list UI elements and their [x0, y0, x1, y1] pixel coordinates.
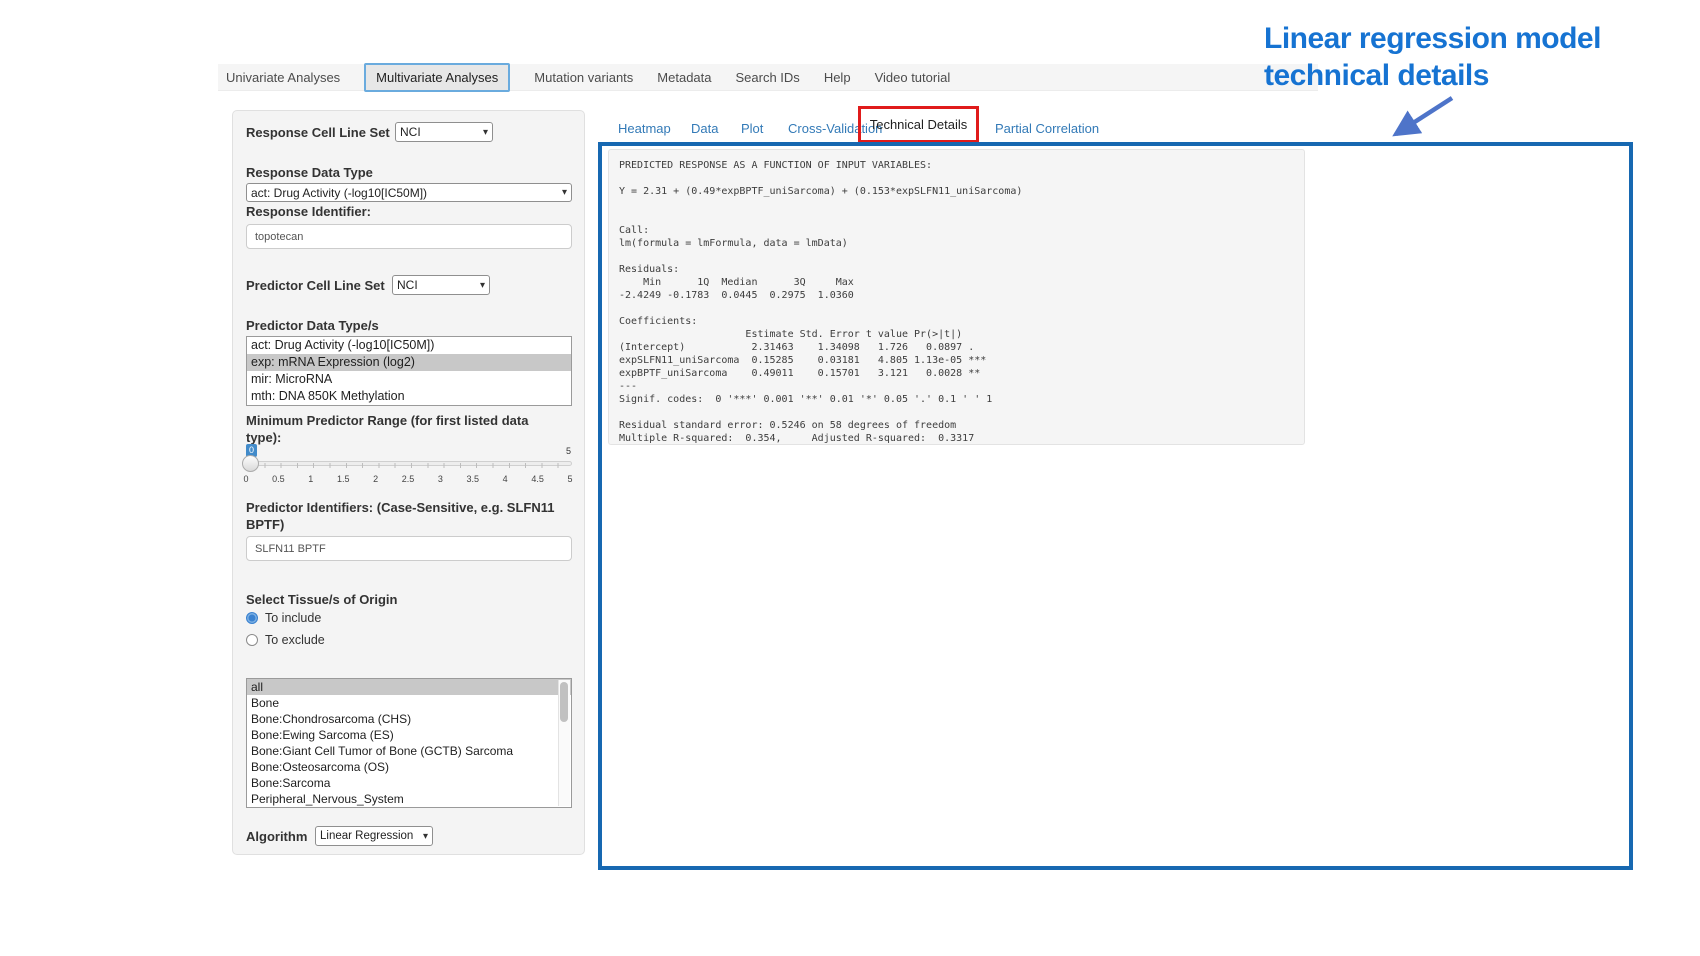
scrollbar-thumb[interactable] [560, 682, 568, 722]
tissue-option[interactable]: Bone:Chondrosarcoma (CHS) [247, 711, 571, 727]
annotation-text: Linear regression model technical detail… [1264, 20, 1601, 94]
tissue-list-scrollbar[interactable] [558, 680, 570, 806]
algorithm-select[interactable]: Linear Regression ▾ [315, 826, 433, 846]
radio-to-include[interactable]: To include [246, 611, 321, 625]
radio-to-exclude[interactable]: To exclude [246, 633, 325, 647]
tissue-option[interactable]: Bone [247, 695, 571, 711]
tissue-option[interactable]: Bone:Sarcoma [247, 775, 571, 791]
tick-label: 3 [436, 474, 444, 484]
nav-help[interactable]: Help [824, 70, 851, 85]
nav-search-ids[interactable]: Search IDs [736, 70, 800, 85]
tab-partial-correlation[interactable]: Partial Correlation [995, 121, 1099, 136]
algorithm-value: Linear Regression [320, 830, 413, 842]
tick-label: 5 [566, 474, 574, 484]
response-cell-line-set-value: NCI [400, 125, 421, 139]
radio-to-include-label: To include [265, 611, 321, 625]
tick-label: 1.5 [337, 474, 350, 484]
predictor-data-type-option[interactable]: act: Drug Activity (-log10[IC50M]) [247, 337, 571, 354]
radio-selected-icon [246, 612, 258, 624]
predictor-data-type-option[interactable]: mth: DNA 850K Methylation [247, 388, 571, 405]
tick-label: 0.5 [272, 474, 285, 484]
predictor-cell-line-set-label: Predictor Cell Line Set [246, 278, 385, 293]
predictor-identifiers-input[interactable] [246, 536, 572, 561]
chevron-down-icon: ▾ [419, 831, 428, 842]
annotation-line1: Linear regression model [1264, 20, 1601, 57]
min-predictor-range-slider-handle[interactable] [242, 455, 259, 472]
tick-label: 1 [307, 474, 315, 484]
predictor-data-type-option[interactable]: mir: MicroRNA [247, 371, 571, 388]
technical-details-highlight-box: Technical Details [858, 106, 979, 143]
annotation-line2: technical details [1264, 57, 1601, 94]
chevron-down-icon: ▾ [476, 280, 485, 291]
tab-plot[interactable]: Plot [741, 121, 763, 136]
chevron-down-icon: ▾ [558, 187, 567, 198]
predictor-data-types-listbox: act: Drug Activity (-log10[IC50M]) exp: … [246, 336, 572, 406]
predictor-cell-line-set-value: NCI [397, 278, 418, 292]
tab-heatmap[interactable]: Heatmap [618, 121, 671, 136]
regression-model-output: PREDICTED RESPONSE AS A FUNCTION OF INPU… [608, 149, 1305, 445]
tick-label: 4 [501, 474, 509, 484]
response-cell-line-set-select[interactable]: NCI ▾ [395, 122, 493, 142]
algorithm-label: Algorithm [246, 829, 307, 844]
tissue-origin-label: Select Tissue/s of Origin [246, 592, 397, 607]
response-data-type-select[interactable]: act: Drug Activity (-log10[IC50M]) ▾ [246, 183, 572, 202]
predictor-identifiers-label-line1: Predictor Identifiers: (Case-Sensitive, … [246, 500, 554, 515]
nav-mutation-variants[interactable]: Mutation variants [534, 70, 633, 85]
nav-video-tutorial[interactable]: Video tutorial [875, 70, 951, 85]
annotation-arrow-icon [1378, 90, 1464, 146]
slider-tick-marks [248, 463, 570, 468]
predictor-data-types-label: Predictor Data Type/s [246, 318, 379, 333]
nav-multivariate-analyses[interactable]: Multivariate Analyses [364, 63, 510, 92]
min-predictor-range-label: Minimum Predictor Range (for first liste… [246, 412, 566, 446]
tab-data[interactable]: Data [691, 121, 718, 136]
tick-label: 3.5 [467, 474, 480, 484]
response-data-type-label: Response Data Type [246, 165, 373, 180]
slider-max-label: 5 [566, 446, 571, 456]
response-identifier-input[interactable] [246, 224, 572, 249]
tick-label: 2 [372, 474, 380, 484]
response-data-type-value: act: Drug Activity (-log10[IC50M]) [251, 186, 427, 200]
technical-details-panel: PREDICTED RESPONSE AS A FUNCTION OF INPU… [598, 142, 1633, 870]
tissue-option[interactable]: Bone:Osteosarcoma (OS) [247, 759, 571, 775]
app-root: Univariate Analyses Multivariate Analyse… [0, 0, 1700, 956]
predictor-data-type-option-selected[interactable]: exp: mRNA Expression (log2) [247, 354, 571, 371]
predictor-identifiers-label-line2: BPTF) [246, 517, 284, 532]
nav-univariate-analyses[interactable]: Univariate Analyses [226, 70, 340, 85]
tissue-option-selected[interactable]: all [247, 679, 571, 695]
tick-label: 4.5 [531, 474, 544, 484]
tissue-origin-listbox: all Bone Bone:Chondrosarcoma (CHS) Bone:… [246, 678, 572, 808]
tissue-option[interactable]: Peripheral_Nervous_System [247, 791, 571, 807]
slider-tick-labels: 0 0.5 1 1.5 2 2.5 3 3.5 4 4.5 5 [242, 474, 574, 484]
tab-technical-details[interactable]: Technical Details [870, 117, 968, 132]
response-identifier-label: Response Identifier: [246, 204, 371, 219]
tissue-option[interactable]: Bone:Ewing Sarcoma (ES) [247, 727, 571, 743]
response-cell-line-set-label: Response Cell Line Set [246, 125, 390, 140]
tick-label: 0 [242, 474, 250, 484]
chevron-down-icon: ▾ [479, 127, 488, 138]
radio-to-exclude-label: To exclude [265, 633, 325, 647]
predictor-cell-line-set-select[interactable]: NCI ▾ [392, 275, 490, 295]
tick-label: 2.5 [402, 474, 415, 484]
radio-unselected-icon [246, 634, 258, 646]
nav-metadata[interactable]: Metadata [657, 70, 711, 85]
tissue-option[interactable]: Bone:Giant Cell Tumor of Bone (GCTB) Sar… [247, 743, 571, 759]
top-navbar: Univariate Analyses Multivariate Analyse… [218, 64, 1318, 91]
